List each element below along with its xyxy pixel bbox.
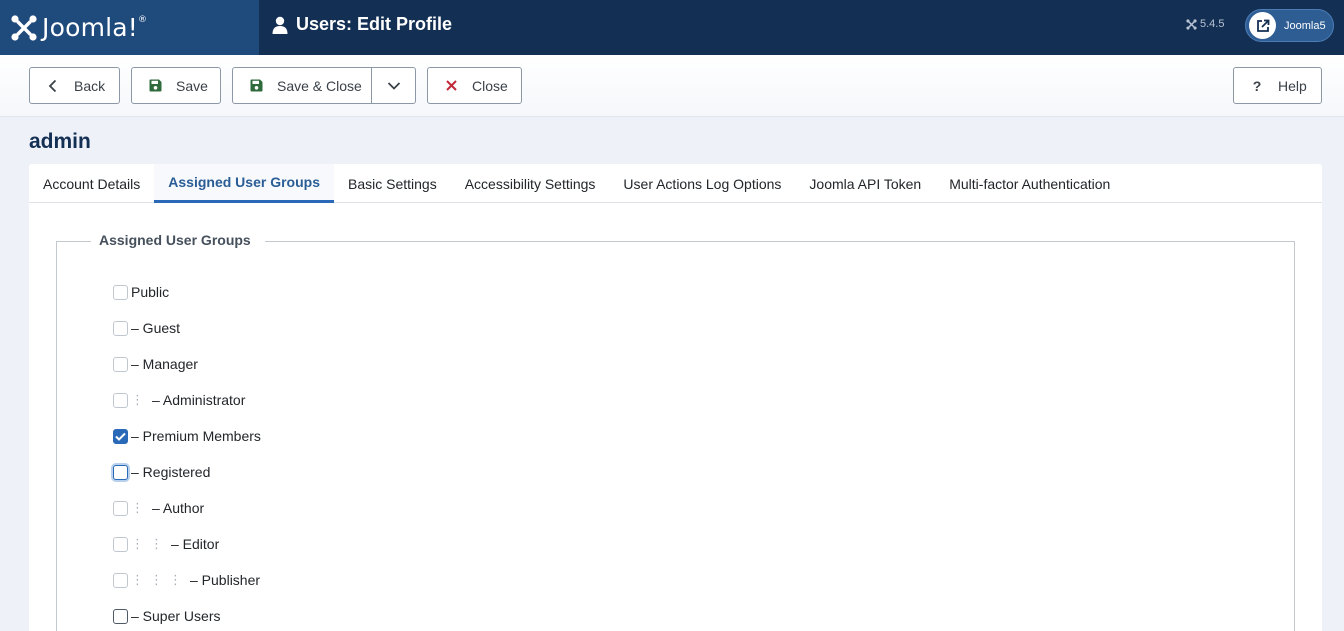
tab-basic-settings[interactable]: Basic Settings	[334, 164, 451, 203]
version-text: 5.4.5	[1200, 18, 1225, 30]
checkbox-publisher[interactable]	[113, 572, 128, 588]
chevron-left-icon	[46, 79, 60, 93]
save-options-dropdown[interactable]	[371, 67, 416, 104]
checkbox-registered[interactable]	[113, 464, 128, 480]
user-groups-fieldset: Assigned User Groups Public – Guest – Ma…	[56, 232, 1295, 631]
checkbox-manager[interactable]	[113, 356, 128, 372]
page-title-text: Users: Edit Profile	[296, 14, 453, 34]
group-label: Public	[131, 284, 170, 300]
checkbox-guest[interactable]	[113, 320, 128, 336]
indent-dots: ⋮⋮	[131, 536, 169, 551]
help-label: Help	[1278, 77, 1307, 94]
save-close-button[interactable]: Save & Close	[232, 67, 372, 104]
tab-joomla-api-token[interactable]: Joomla API Token	[795, 164, 935, 203]
checkmark-icon	[115, 432, 126, 441]
indent-dots: ⋮	[131, 500, 150, 515]
group-item-super-users: – Super Users	[113, 606, 220, 626]
question-icon: ?	[1252, 77, 1262, 94]
back-button[interactable]: Back	[29, 67, 120, 104]
joomla-logo[interactable]: Joomla!®	[0, 0, 259, 55]
checkbox-author[interactable]	[113, 500, 128, 516]
group-label: – Super Users	[131, 608, 221, 624]
version-info: 5.4.5	[1186, 18, 1224, 30]
checkbox-administrator[interactable]	[113, 392, 128, 408]
joomla-logo-icon	[11, 14, 37, 41]
page-title: Users: Edit Profile	[272, 14, 452, 35]
tab-accessibility-settings[interactable]: Accessibility Settings	[451, 164, 610, 203]
tab-account-details[interactable]: Account Details	[29, 164, 154, 203]
tab-multi-factor-authentication[interactable]: Multi-factor Authentication	[935, 164, 1124, 203]
save-button[interactable]: Save	[131, 67, 221, 104]
toolbar: Back Save Save & Close Close ? Help	[0, 55, 1344, 117]
group-item-public: Public	[113, 282, 169, 302]
group-label: – Administrator	[152, 392, 246, 408]
group-label: – Registered	[131, 464, 211, 480]
indent-dots: ⋮	[131, 392, 150, 407]
back-label: Back	[74, 77, 106, 94]
checkbox-editor[interactable]	[113, 536, 128, 552]
checkbox-premium-members[interactable]	[113, 428, 128, 444]
group-label: – Editor	[171, 536, 220, 552]
view-site-button[interactable]: Joomla5	[1245, 9, 1334, 42]
group-item-premium-members: – Premium Members	[113, 426, 261, 446]
group-item-administrator: ⋮ – Administrator	[113, 390, 245, 410]
save-icon	[148, 79, 162, 93]
close-label: Close	[472, 77, 508, 94]
group-item-registered: – Registered	[113, 462, 210, 482]
group-item-author: ⋮ – Author	[113, 498, 204, 518]
tab-assigned-user-groups[interactable]: Assigned User Groups	[154, 164, 334, 203]
edit-panel: Account Details Assigned User Groups Bas…	[29, 164, 1322, 631]
group-label: – Premium Members	[131, 428, 261, 444]
indent-dots: ⋮⋮⋮	[131, 572, 188, 587]
group-label: – Guest	[131, 320, 181, 336]
tab-bar: Account Details Assigned User Groups Bas…	[29, 164, 1322, 203]
tab-user-actions-log-options[interactable]: User Actions Log Options	[609, 164, 795, 203]
record-title: admin	[29, 130, 91, 153]
group-item-guest: – Guest	[113, 318, 180, 338]
save-close-label: Save & Close	[277, 77, 362, 94]
group-item-manager: – Manager	[113, 354, 198, 374]
save-icon	[249, 79, 263, 93]
user-icon	[272, 16, 288, 34]
group-item-publisher: ⋮⋮⋮ – Publisher	[113, 570, 260, 590]
group-label: – Publisher	[190, 572, 261, 588]
group-item-editor: ⋮⋮ – Editor	[113, 534, 219, 554]
close-button[interactable]: Close	[427, 67, 522, 104]
save-label: Save	[176, 77, 208, 94]
group-label: – Manager	[131, 356, 198, 372]
help-button[interactable]: ? Help	[1233, 67, 1322, 104]
close-icon	[444, 79, 458, 93]
checkbox-super-users[interactable]	[113, 608, 128, 624]
checkbox-public[interactable]	[113, 284, 128, 300]
logo-text: Joomla!®	[42, 13, 148, 42]
joomla-small-icon	[1186, 18, 1197, 30]
fieldset-legend: Assigned User Groups	[91, 232, 265, 248]
chevron-down-icon	[387, 81, 400, 90]
top-header: Joomla!® Users: Edit Profile 5.4.5 Jooml…	[0, 0, 1344, 55]
site-label: Joomla5	[1284, 19, 1326, 32]
external-link-icon	[1249, 12, 1276, 39]
group-label: – Author	[152, 500, 205, 516]
